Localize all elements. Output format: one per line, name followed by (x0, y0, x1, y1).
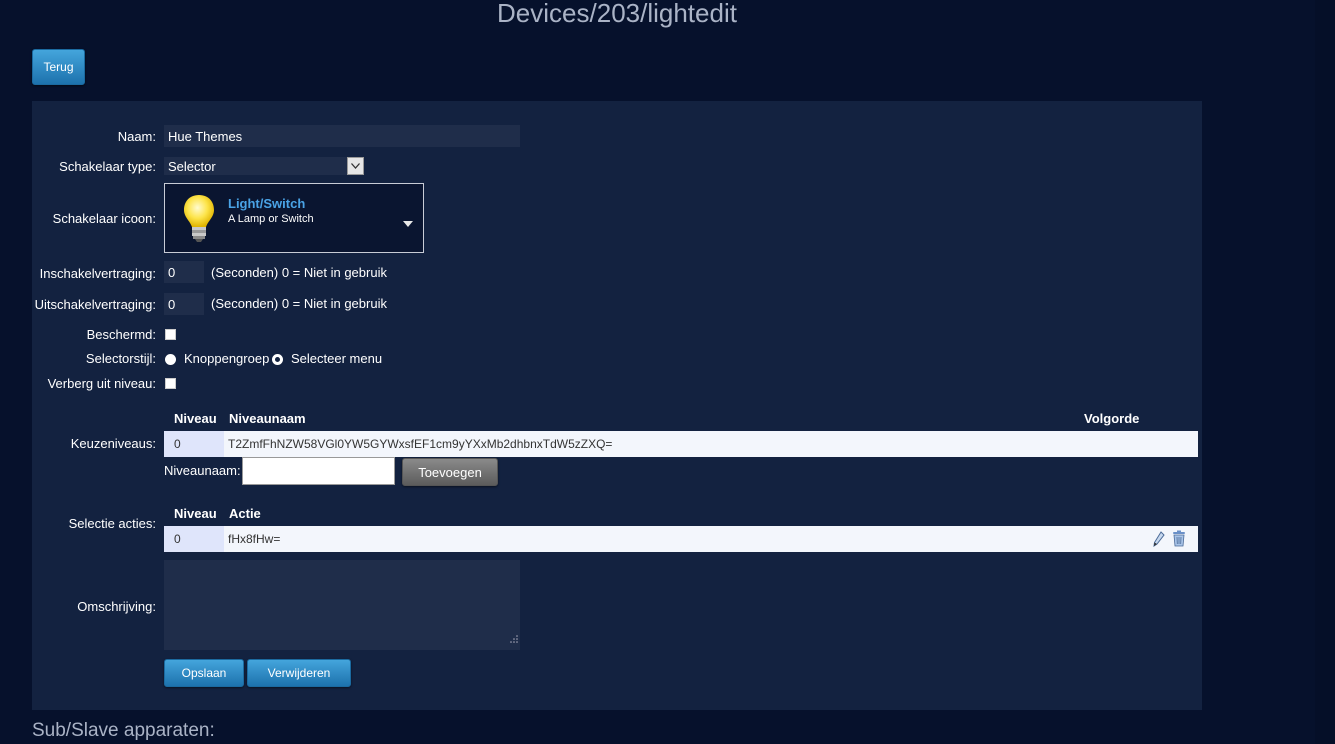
page-edge (1315, 0, 1335, 744)
add-level-button[interactable]: Toevoegen (402, 458, 498, 486)
trash-icon[interactable] (1172, 530, 1186, 552)
level-name-label: Niveaunaam: (164, 463, 241, 478)
actions-header-action: Actie (229, 506, 261, 521)
delete-button[interactable]: Verwijderen (247, 659, 351, 687)
off-delay-input[interactable] (164, 293, 204, 315)
switch-icon-select[interactable]: Light/Switch A Lamp or Switch (164, 183, 424, 253)
icon-title: Light/Switch (228, 196, 306, 211)
protected-label: Beschermd: (86, 327, 156, 342)
level-name-input[interactable] (242, 457, 395, 485)
levels-header-order: Volgorde (1084, 411, 1140, 426)
table-row[interactable]: 0 fHx8fHw= (164, 526, 1198, 552)
lightbulb-icon (181, 193, 217, 248)
protected-checkbox[interactable] (165, 329, 176, 340)
levels-row-name: T2ZmfFhNZW58VGl0YW5GYWxsfEF1cm9yYXxMb2dh… (228, 437, 613, 451)
save-button[interactable]: Opslaan (164, 659, 244, 687)
levels-header-level: Niveau (174, 411, 217, 426)
off-delay-label: Uitschakelvertraging: (34, 297, 156, 312)
off-delay-hint: (Seconden) 0 = Niet in gebruik (211, 296, 387, 311)
actions-header-level: Niveau (174, 506, 217, 521)
table-row[interactable]: 0 T2ZmfFhNZW58VGl0YW5GYWxsfEF1cm9yYXxMb2… (164, 431, 1198, 457)
style-radio-buttons[interactable] (165, 354, 176, 365)
icon-subtitle: A Lamp or Switch (228, 213, 314, 225)
on-delay-label: Inschakelvertraging: (39, 266, 156, 281)
name-label: Naam: (117, 129, 156, 144)
hide-off-checkbox[interactable] (165, 378, 176, 389)
switch-type-label: Schakelaar type: (59, 159, 156, 174)
style-option-buttons: Knoppengroep (184, 351, 270, 366)
caret-down-icon[interactable] (403, 214, 413, 232)
sub-devices-title: Sub/Slave apparaten: (32, 720, 215, 741)
switch-icon-label: Schakelaar icoon: (52, 211, 156, 226)
chevron-down-icon[interactable] (347, 157, 364, 175)
selector-style-label: Selectorstijl: (85, 351, 156, 366)
name-input[interactable] (164, 125, 520, 147)
on-delay-hint: (Seconden) 0 = Niet in gebruik (211, 265, 387, 280)
switch-type-select[interactable]: Selector (164, 157, 364, 175)
actions-row-level: 0 (164, 526, 224, 552)
pencil-icon[interactable] (1153, 531, 1165, 552)
actions-label: Selectie acties: (68, 516, 156, 531)
levels-header-name: Niveaunaam (229, 411, 306, 426)
style-option-menu: Selecteer menu (291, 351, 383, 366)
page-title: Devices/203/lightedit (497, 0, 737, 28)
edit-panel: Naam: Schakelaar type: Selector Schakela… (32, 101, 1202, 710)
on-delay-input[interactable] (164, 261, 204, 283)
description-label: Omschrijving: (77, 599, 156, 614)
levels-label: Keuzeniveaus: (70, 436, 156, 451)
back-button[interactable]: Terug (32, 49, 85, 85)
description-textarea[interactable] (164, 560, 520, 650)
switch-type-value: Selector (168, 158, 216, 174)
hide-off-label: Verberg uit niveau: (47, 376, 156, 391)
resize-handle-icon[interactable] (510, 630, 518, 648)
actions-row-action: fHx8fHw= (228, 532, 281, 546)
levels-row-level: 0 (164, 431, 224, 457)
style-radio-menu[interactable] (272, 354, 283, 365)
